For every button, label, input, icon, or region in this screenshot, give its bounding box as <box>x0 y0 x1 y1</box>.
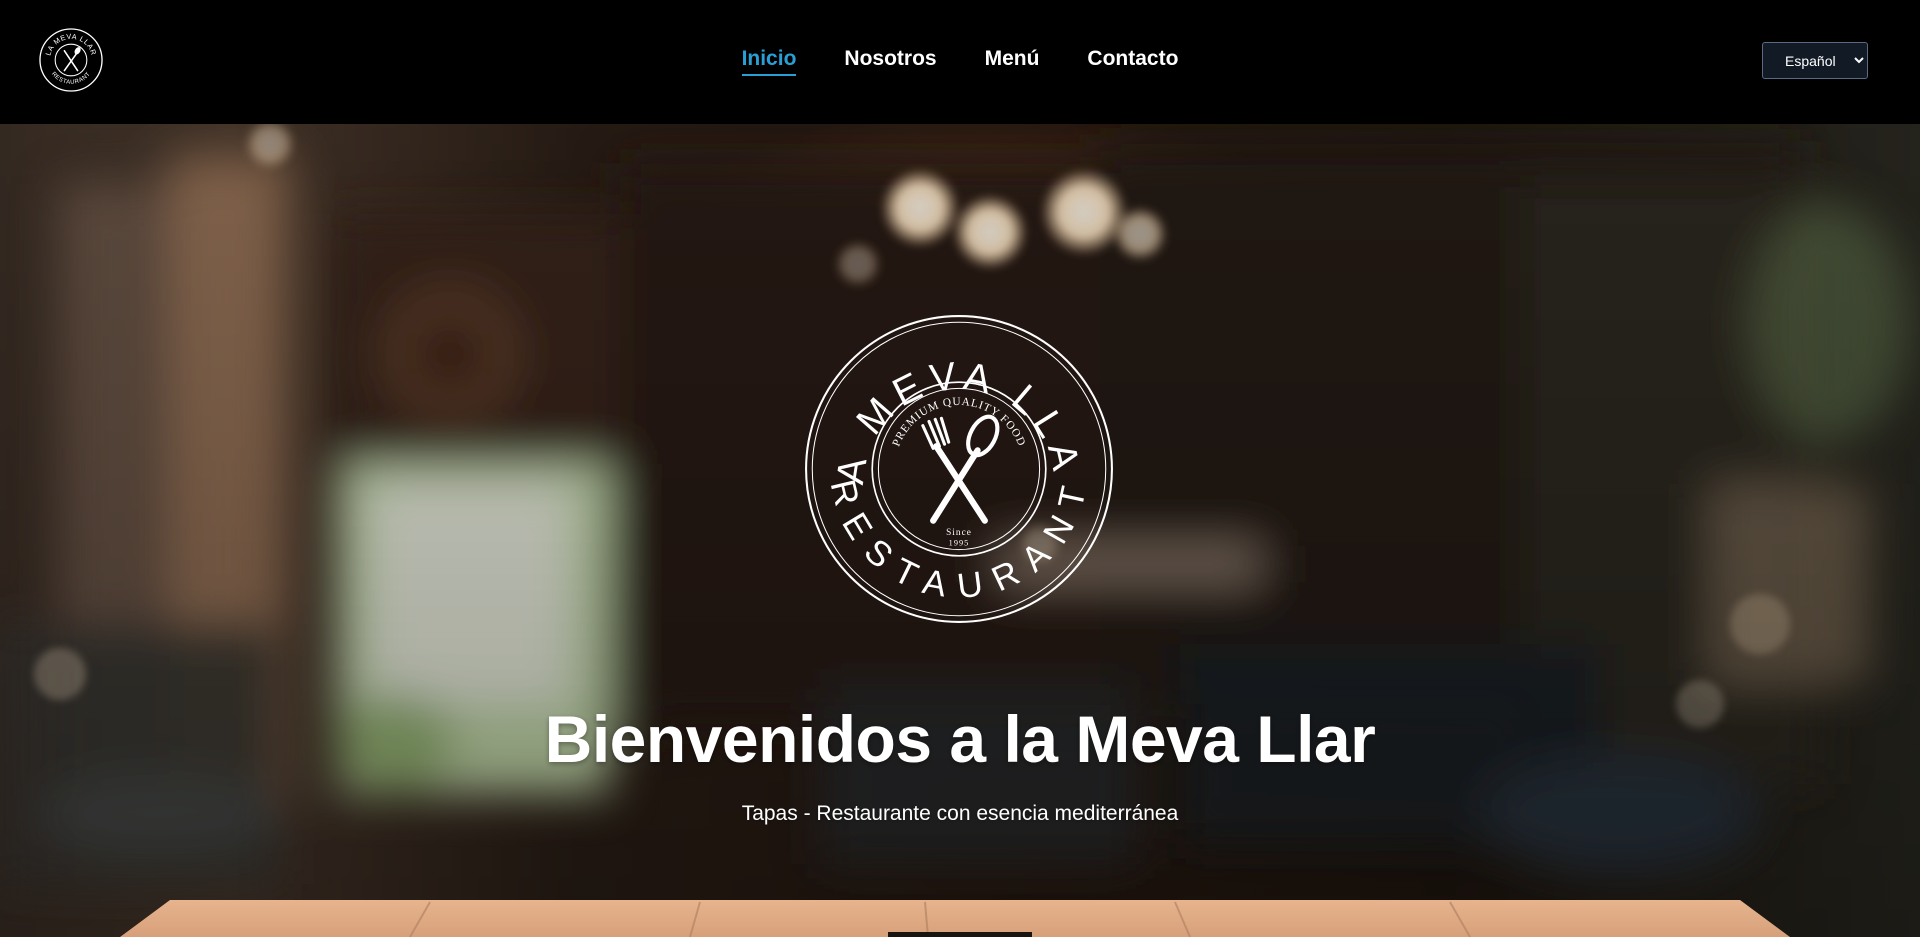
hero-section: LA MEVA LLAR RESTAURANT PREMIUM QUALITY … <box>0 124 1920 937</box>
logo-since-label: Since <box>946 528 972 538</box>
tabletop <box>120 900 1790 937</box>
main-nav: Inicio Nosotros Menú Contacto <box>0 0 1920 120</box>
nav-link-menu[interactable]: Menú <box>985 47 1040 74</box>
hero-title: Bienvenidos a la Meva Llar <box>544 702 1376 776</box>
nav-link-inicio[interactable]: Inicio <box>741 47 797 76</box>
logo-since-year: 1995 <box>949 538 970 547</box>
nav-link-contacto[interactable]: Contacto <box>1087 47 1178 74</box>
site-header: LA MEVA LLAR RESTAURANT Inicio Nosotros … <box>0 0 1920 124</box>
hero-logo-seal: LA MEVA LLAR RESTAURANT PREMIUM QUALITY … <box>804 314 1113 623</box>
fork-spoon-icon <box>921 414 1000 524</box>
hero-subtitle: Tapas - Restaurante con esencia mediterr… <box>741 802 1179 825</box>
nav-link-nosotros[interactable]: Nosotros <box>844 47 936 74</box>
language-select[interactable]: Español <box>1762 42 1868 79</box>
page: LA MEVA LLAR RESTAURANT Inicio Nosotros … <box>0 0 1920 937</box>
